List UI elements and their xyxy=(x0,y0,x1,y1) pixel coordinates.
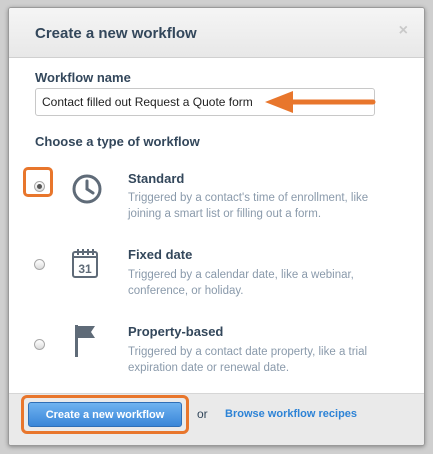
clock-icon xyxy=(72,174,102,204)
browse-recipes-link[interactable]: Browse workflow recipes xyxy=(225,408,357,420)
workflow-option-standard[interactable]: Standard Triggered by a contact's time o… xyxy=(9,163,424,233)
create-workflow-dialog: Create a new workflow × Workflow name Ch… xyxy=(8,7,425,446)
workflow-name-label: Workflow name xyxy=(35,70,131,85)
close-button[interactable]: × xyxy=(399,23,408,39)
calendar-icon: 31 xyxy=(72,249,98,278)
standard-title: Standard xyxy=(128,171,185,186)
standard-description: Triggered by a contact's time of enrollm… xyxy=(128,192,369,220)
flag-icon xyxy=(75,325,95,357)
calendar-day-number: 31 xyxy=(78,262,92,276)
workflow-option-fixed-date[interactable]: 31 Fixed date Triggered by a calendar da… xyxy=(9,239,424,309)
create-workflow-button[interactable]: Create a new workflow xyxy=(28,402,182,427)
or-separator: or xyxy=(197,407,208,421)
fixed-date-description: Triggered by a calendar date, like a web… xyxy=(128,269,354,297)
fixed-date-title: Fixed date xyxy=(128,247,193,262)
dialog-header: Create a new workflow × xyxy=(9,8,424,58)
standard-radio[interactable] xyxy=(34,181,45,192)
annotation-arrow-icon xyxy=(265,91,376,113)
dialog-title: Create a new workflow xyxy=(35,25,197,42)
property-based-title: Property-based xyxy=(128,324,224,339)
workflow-option-property-based[interactable]: Property-based Triggered by a contact da… xyxy=(9,315,424,385)
property-based-radio[interactable] xyxy=(34,339,45,350)
fixed-date-radio[interactable] xyxy=(34,259,45,270)
workflow-type-label: Choose a type of workflow xyxy=(35,134,200,149)
property-based-description: Triggered by a contact date property, li… xyxy=(128,346,368,374)
